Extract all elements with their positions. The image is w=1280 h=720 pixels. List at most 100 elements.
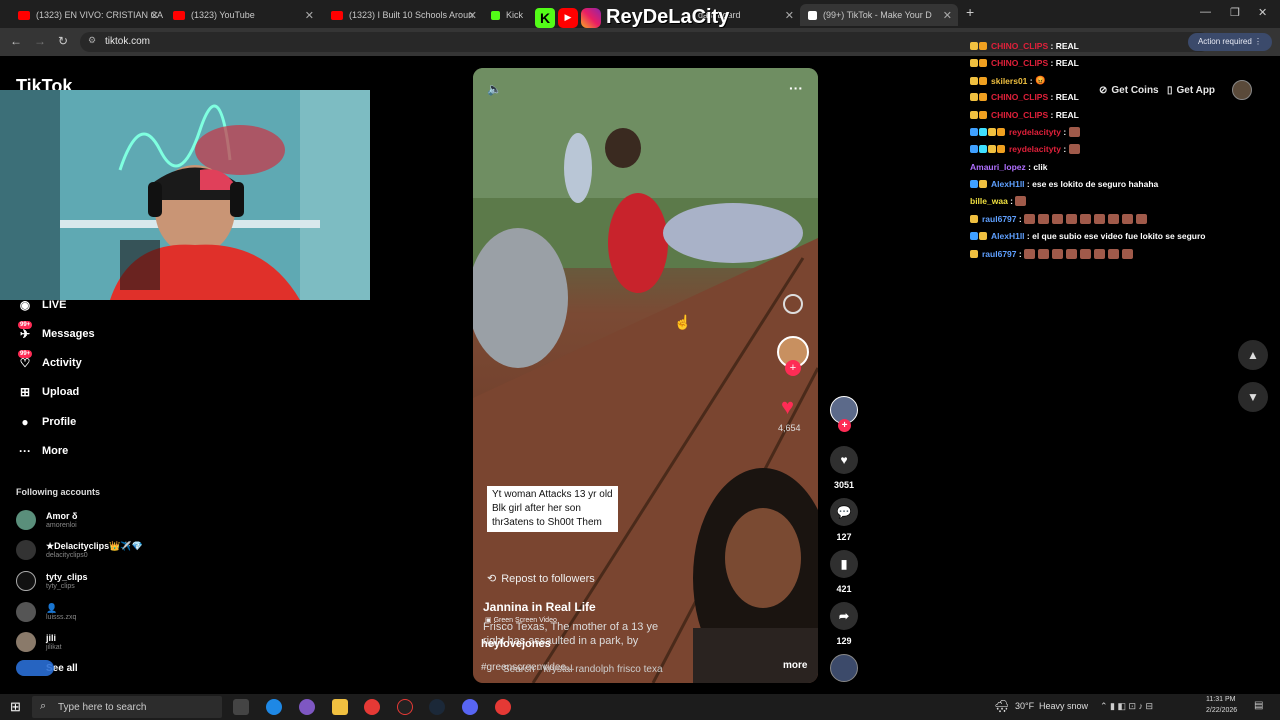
badge-icon [970, 76, 978, 85]
avatar [16, 540, 36, 560]
author-name[interactable]: heylovejones [481, 638, 551, 650]
search-suggestion[interactable]: Search · krystal randolph frisco texa [503, 664, 663, 675]
video-player[interactable]: 🔈 ··· + ♥ 4,654 Yt woman Attacks 13 yr o… [473, 68, 818, 683]
more-link[interactable]: more [783, 660, 807, 671]
volume-icon[interactable]: 🔈 [487, 82, 502, 96]
chrome-active-icon[interactable] [495, 699, 511, 715]
user-avatar[interactable] [1232, 80, 1252, 100]
activity-badge: 99+ [18, 350, 33, 358]
tab-tiktok[interactable]: (99+) TikTok - Make Your D ✕ [800, 4, 958, 26]
get-coins-button[interactable]: ⊘ Get Coins [1095, 80, 1163, 100]
system-tray-icon[interactable]: ⌃ ▮ ◧ ⊡ ♪ ⊟ [1100, 701, 1153, 712]
repost-icon: ⟲ [487, 573, 497, 585]
close-icon[interactable]: ✕ [150, 9, 159, 22]
creator-title: Jannina in Real Life [483, 600, 596, 614]
badge-icon [970, 42, 978, 50]
account-item[interactable]: 👤 luisss.zxq [16, 602, 76, 622]
edge-icon[interactable] [266, 699, 282, 715]
emote-icon [1052, 214, 1064, 224]
video-caption: Yt woman Attacks 13 yr old Blk girl afte… [487, 486, 618, 532]
bookmark-icon: ▮ [830, 550, 858, 578]
chat-message: AlexH1ll : el que subio ese video fue lo… [970, 231, 1205, 241]
tab-youtube-live[interactable]: (1323) EN VIVO: CRISTIAN CA ✕ [10, 4, 165, 26]
music-disc-icon[interactable] [830, 654, 858, 682]
badge-icon [979, 145, 987, 153]
avatar [16, 510, 36, 530]
close-icon[interactable]: ✕ [785, 9, 794, 22]
copilot-icon[interactable] [299, 699, 315, 715]
new-tab-icon[interactable]: + [966, 4, 974, 20]
emote-icon [1015, 196, 1027, 206]
get-app-button[interactable]: ▯ Get App [1163, 80, 1219, 100]
maximize-icon[interactable]: ❐ [1230, 6, 1240, 19]
phone-icon: ▯ [1167, 84, 1173, 96]
close-icon[interactable]: ✕ [468, 9, 477, 22]
chat-message: CHINO_CLIPS : REAL [970, 41, 1079, 51]
nav-upload[interactable]: ⊞ Upload [16, 383, 79, 401]
chevron-down-icon: ▼ [1247, 390, 1259, 404]
notifications-icon[interactable]: ▤ [1254, 700, 1263, 711]
taskbar-search-input[interactable]: ⌕ Type here to search [32, 696, 222, 718]
account-item[interactable]: ★Delacityclips👑✈️💎 delacityclips0 [16, 540, 143, 560]
reload-icon[interactable]: ↻ [58, 34, 68, 48]
steam-icon[interactable] [429, 699, 445, 715]
youtube-icon [331, 10, 343, 20]
chat-message: CHINO_CLIPS : REAL [970, 92, 1079, 102]
close-window-icon[interactable]: ✕ [1258, 6, 1267, 19]
embedded-heart-icon: ♥ [781, 394, 795, 419]
comment-button[interactable]: 💬 127 [830, 498, 858, 542]
chrome-icon[interactable] [364, 699, 380, 715]
back-icon[interactable]: ← [10, 34, 22, 48]
account-item[interactable]: tyty_clips tyty_clips [16, 571, 88, 591]
like-button[interactable]: ♥ 3051 [830, 446, 858, 490]
site-info-icon[interactable]: ⚙ [88, 35, 96, 46]
clock-date[interactable]: 2/22/2026 [1206, 707, 1237, 714]
emote-icon [1094, 249, 1106, 259]
follow-button[interactable]: + [838, 419, 851, 432]
chat-message: reydelacityty : [970, 144, 1083, 154]
tab-youtube-schools[interactable]: (1323) I Built 10 Schools Aroun ✕ [323, 4, 483, 26]
badge-icon [970, 180, 978, 188]
close-icon[interactable]: ✕ [305, 9, 314, 22]
close-icon[interactable]: ✕ [943, 9, 952, 22]
floating-widget-icon [16, 660, 54, 676]
nav-more[interactable]: ··· More [16, 442, 68, 460]
video-description-line: Frisco Texas, The mother of a 13 ye [483, 621, 659, 633]
rotate-icon[interactable] [783, 294, 803, 314]
next-video-button[interactable]: ▼ [1238, 382, 1268, 412]
heart-icon: ♥ [830, 446, 858, 474]
badge-icon [970, 215, 978, 223]
share-button[interactable]: ➦ 129 [830, 602, 858, 646]
mouse-cursor-icon: ☝ [674, 314, 692, 330]
discord-icon[interactable] [462, 699, 478, 715]
youtube-icon [18, 10, 30, 20]
tab-kick[interactable]: Kick [483, 4, 533, 26]
task-view-icon[interactable] [233, 699, 249, 715]
account-item[interactable]: Amor δ amorenloi [16, 510, 77, 530]
obs-icon[interactable] [397, 699, 413, 715]
clock-time[interactable]: 11:31 PM [1206, 696, 1235, 703]
nav-profile[interactable]: ● Profile [16, 413, 76, 431]
badge-icon [970, 145, 978, 153]
windows-start-icon[interactable]: ⊞ [10, 699, 21, 715]
webcam-scene [0, 90, 370, 300]
badge-icon [970, 111, 978, 119]
profile-icon: ● [21, 415, 29, 429]
file-explorer-icon[interactable] [332, 699, 348, 715]
badge-icon [979, 180, 987, 188]
see-all-link[interactable]: See all [16, 660, 78, 676]
account-item[interactable]: jili jilikat [16, 632, 62, 652]
previous-video-button[interactable]: ▲ [1238, 340, 1268, 370]
repost-label[interactable]: ⟲ Repost to followers [487, 572, 595, 586]
forward-icon[interactable]: → [34, 34, 46, 48]
badge-icon [970, 232, 978, 240]
more-options-icon[interactable]: ··· [789, 80, 803, 96]
action-required-button[interactable]: Action required ⋮ [1187, 33, 1272, 51]
tab-youtube[interactable]: (1323) YouTube ✕ [165, 4, 320, 26]
save-button[interactable]: ▮ 421 [830, 550, 858, 594]
search-icon: ⌕ [40, 700, 47, 712]
emote-icon [1024, 214, 1036, 224]
minimize-icon[interactable]: — [1200, 6, 1211, 18]
upload-icon: ⊞ [19, 385, 31, 399]
nav-live[interactable]: ◉ LIVE [16, 296, 67, 314]
